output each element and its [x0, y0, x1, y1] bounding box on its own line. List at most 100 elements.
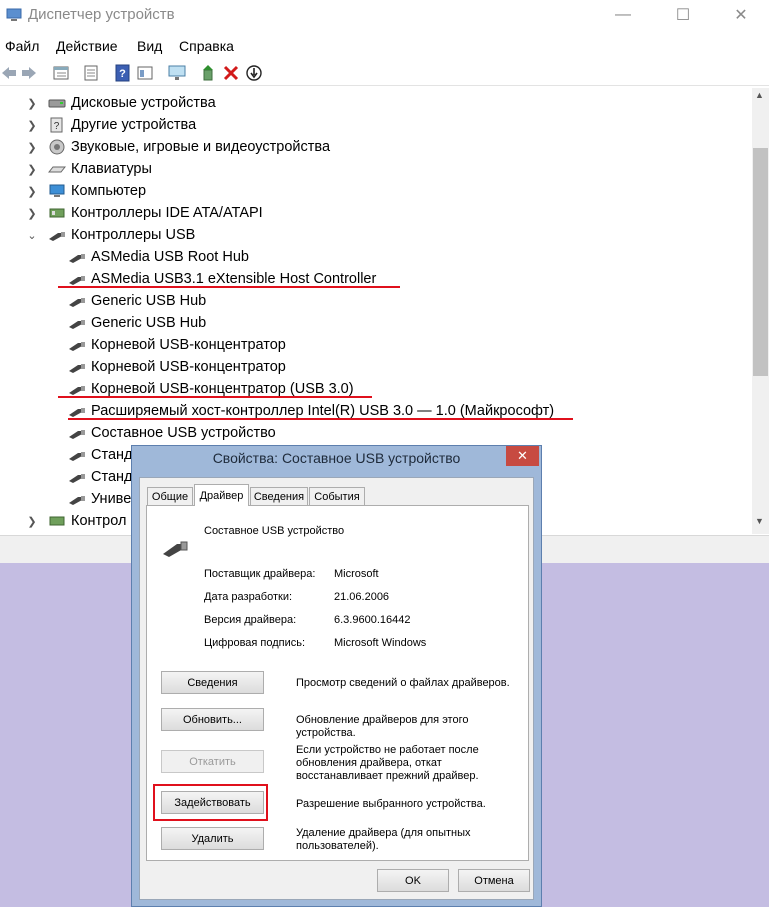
forward-icon[interactable] — [20, 64, 38, 82]
tree-category-sound[interactable]: ❯ Звуковые, игровые и видеоустройства — [26, 136, 330, 158]
menu-file[interactable]: Файл — [5, 38, 39, 54]
minimize-button[interactable]: — — [600, 0, 646, 30]
usb-device-item[interactable]: Generic USB Hub — [68, 290, 206, 312]
driver-tab-panel: Составное USB устройство Поставщик драйв… — [146, 505, 529, 861]
tab-events[interactable]: События — [309, 487, 365, 505]
usb-plug-icon — [69, 254, 85, 263]
menu-view[interactable]: Вид — [137, 38, 162, 54]
tree-category-usb[interactable]: ⌄ Контроллеры USB — [26, 224, 195, 246]
usb-plug-icon — [69, 386, 85, 395]
list-icon[interactable] — [82, 64, 100, 82]
tree-label: Корневой USB-концентратор — [91, 359, 286, 375]
usb-plug-icon — [69, 408, 85, 417]
other-devices-icon: ? — [50, 117, 63, 133]
menu-bar: Файл Действие Вид Справка — [0, 34, 769, 58]
tree-label: Дисковые устройства — [71, 95, 216, 111]
help-icon[interactable]: ? — [114, 64, 132, 82]
tree-label: Generic USB Hub — [91, 293, 207, 309]
highlight-underline — [68, 418, 573, 420]
toolbar: ? — [0, 60, 769, 86]
tab-details[interactable]: Сведения — [250, 487, 308, 505]
disable-icon[interactable] — [245, 64, 263, 82]
usb-device-item[interactable]: Станд — [68, 466, 132, 488]
tree-label: Клавиатуры — [71, 161, 152, 177]
menu-help[interactable]: Справка — [179, 38, 234, 54]
expand-chevron-icon[interactable]: ❯ — [26, 136, 38, 158]
back-icon[interactable] — [0, 64, 18, 82]
expand-chevron-icon[interactable]: ❯ — [26, 202, 38, 224]
tree-label: Контроллеры USB — [71, 227, 196, 243]
tree-category-ide[interactable]: ❯ Контроллеры IDE ATA/ATAPI — [26, 202, 263, 224]
usb-device-item[interactable]: Generic USB Hub — [68, 312, 206, 334]
device-manager-icon — [6, 8, 22, 21]
title-bar: Диспетчер устройств — ☐ ✕ — [0, 0, 769, 32]
expand-chevron-icon[interactable]: ❯ — [26, 92, 38, 114]
ide-icon — [49, 208, 65, 218]
ok-button[interactable]: OK — [377, 869, 449, 892]
disk-icon — [48, 99, 66, 108]
usb-device-item[interactable]: Корневой USB-концентратор — [68, 334, 286, 356]
window-title: Диспетчер устройств — [28, 6, 175, 23]
tree-label: Звуковые, игровые и видеоустройства — [71, 139, 331, 155]
expand-chevron-icon[interactable]: ❯ — [26, 180, 38, 202]
expand-chevron-icon[interactable]: ❯ — [26, 114, 38, 136]
tree-label: Generic USB Hub — [91, 315, 207, 331]
tree-category-computer[interactable]: ❯ Компьютер — [26, 180, 146, 202]
info-value: Microsoft — [334, 568, 379, 580]
enable-description: Разрешение выбранного устройства. — [296, 798, 486, 810]
details-description: Просмотр сведений о файлах драйверов. — [296, 677, 510, 689]
computer-icon — [49, 184, 65, 197]
tree-label: Расширяемый хост-контроллер Intel(R) USB… — [91, 403, 555, 419]
tree-label: Корневой USB-концентратор — [91, 337, 286, 353]
usb-device-item[interactable]: Униве — [68, 488, 131, 510]
keyboard-icon — [48, 166, 66, 173]
dialog-close-button[interactable]: ✕ — [506, 446, 539, 466]
usb-plug-icon — [49, 232, 65, 241]
scroll-up-icon[interactable]: ▲ — [755, 90, 764, 100]
collapse-chevron-icon[interactable]: ⌄ — [26, 224, 38, 246]
close-button[interactable]: ✕ — [718, 0, 764, 30]
details-button[interactable]: Сведения — [161, 671, 264, 694]
tree-label: Контроллеры IDE ATA/ATAPI — [71, 205, 263, 221]
expand-chevron-icon[interactable]: ❯ — [26, 158, 38, 180]
scrollbar-thumb[interactable] — [753, 148, 768, 376]
tab-driver[interactable]: Драйвер — [194, 484, 249, 506]
usb-device-item[interactable]: Корневой USB-концентратор — [68, 356, 286, 378]
update-button[interactable]: Обновить... — [161, 708, 264, 731]
tree-label: ASMedia USB Root Hub — [91, 249, 249, 265]
usb-plug-icon — [69, 474, 85, 483]
tree-category-controllers[interactable]: ❯ Контрол — [26, 510, 126, 532]
rollback-button[interactable]: Откатить — [161, 750, 264, 773]
usb-plug-icon — [69, 298, 85, 307]
tab-general[interactable]: Общие — [147, 487, 193, 505]
uninstall-button[interactable]: Удалить — [161, 827, 264, 850]
usb-plug-icon — [163, 541, 188, 557]
tree-label: Контрол — [71, 513, 127, 529]
monitor-icon[interactable] — [168, 64, 186, 82]
usb-device-item[interactable]: Станд — [68, 444, 132, 466]
tree-category-disk-drives[interactable]: ❯ Дисковые устройства — [26, 92, 216, 114]
usb-device-item[interactable]: Составное USB устройство — [68, 422, 276, 444]
rollback-description: Если устройство не работает после обновл… — [296, 744, 479, 782]
expand-chevron-icon[interactable]: ❯ — [26, 510, 38, 532]
properties-grid-icon[interactable] — [52, 64, 70, 82]
controller-icon — [49, 516, 65, 526]
uninstall-icon[interactable] — [222, 64, 240, 82]
tree-label: Составное USB устройство — [91, 425, 276, 441]
tree-category-other-devices[interactable]: ❯ ? Другие устройства — [26, 114, 196, 136]
cancel-button[interactable]: Отмена — [458, 869, 530, 892]
svg-text:?: ? — [54, 121, 60, 132]
update-driver-icon[interactable] — [200, 64, 218, 82]
speaker-icon — [49, 139, 65, 155]
tree-label: Другие устройства — [71, 117, 197, 133]
device-name: Составное USB устройство — [204, 525, 345, 537]
menu-action[interactable]: Действие — [56, 38, 118, 54]
tree-category-keyboards[interactable]: ❯ Клавиатуры — [26, 158, 152, 180]
tree-label: Униве — [91, 491, 132, 507]
dialog-title: Свойства: Составное USB устройство — [212, 450, 461, 466]
view-icon[interactable] — [136, 64, 154, 82]
info-label: Дата разработки: — [204, 591, 293, 603]
usb-device-item[interactable]: ASMedia USB Root Hub — [68, 246, 249, 268]
scroll-down-icon[interactable]: ▼ — [755, 516, 764, 526]
maximize-button[interactable]: ☐ — [660, 0, 706, 30]
